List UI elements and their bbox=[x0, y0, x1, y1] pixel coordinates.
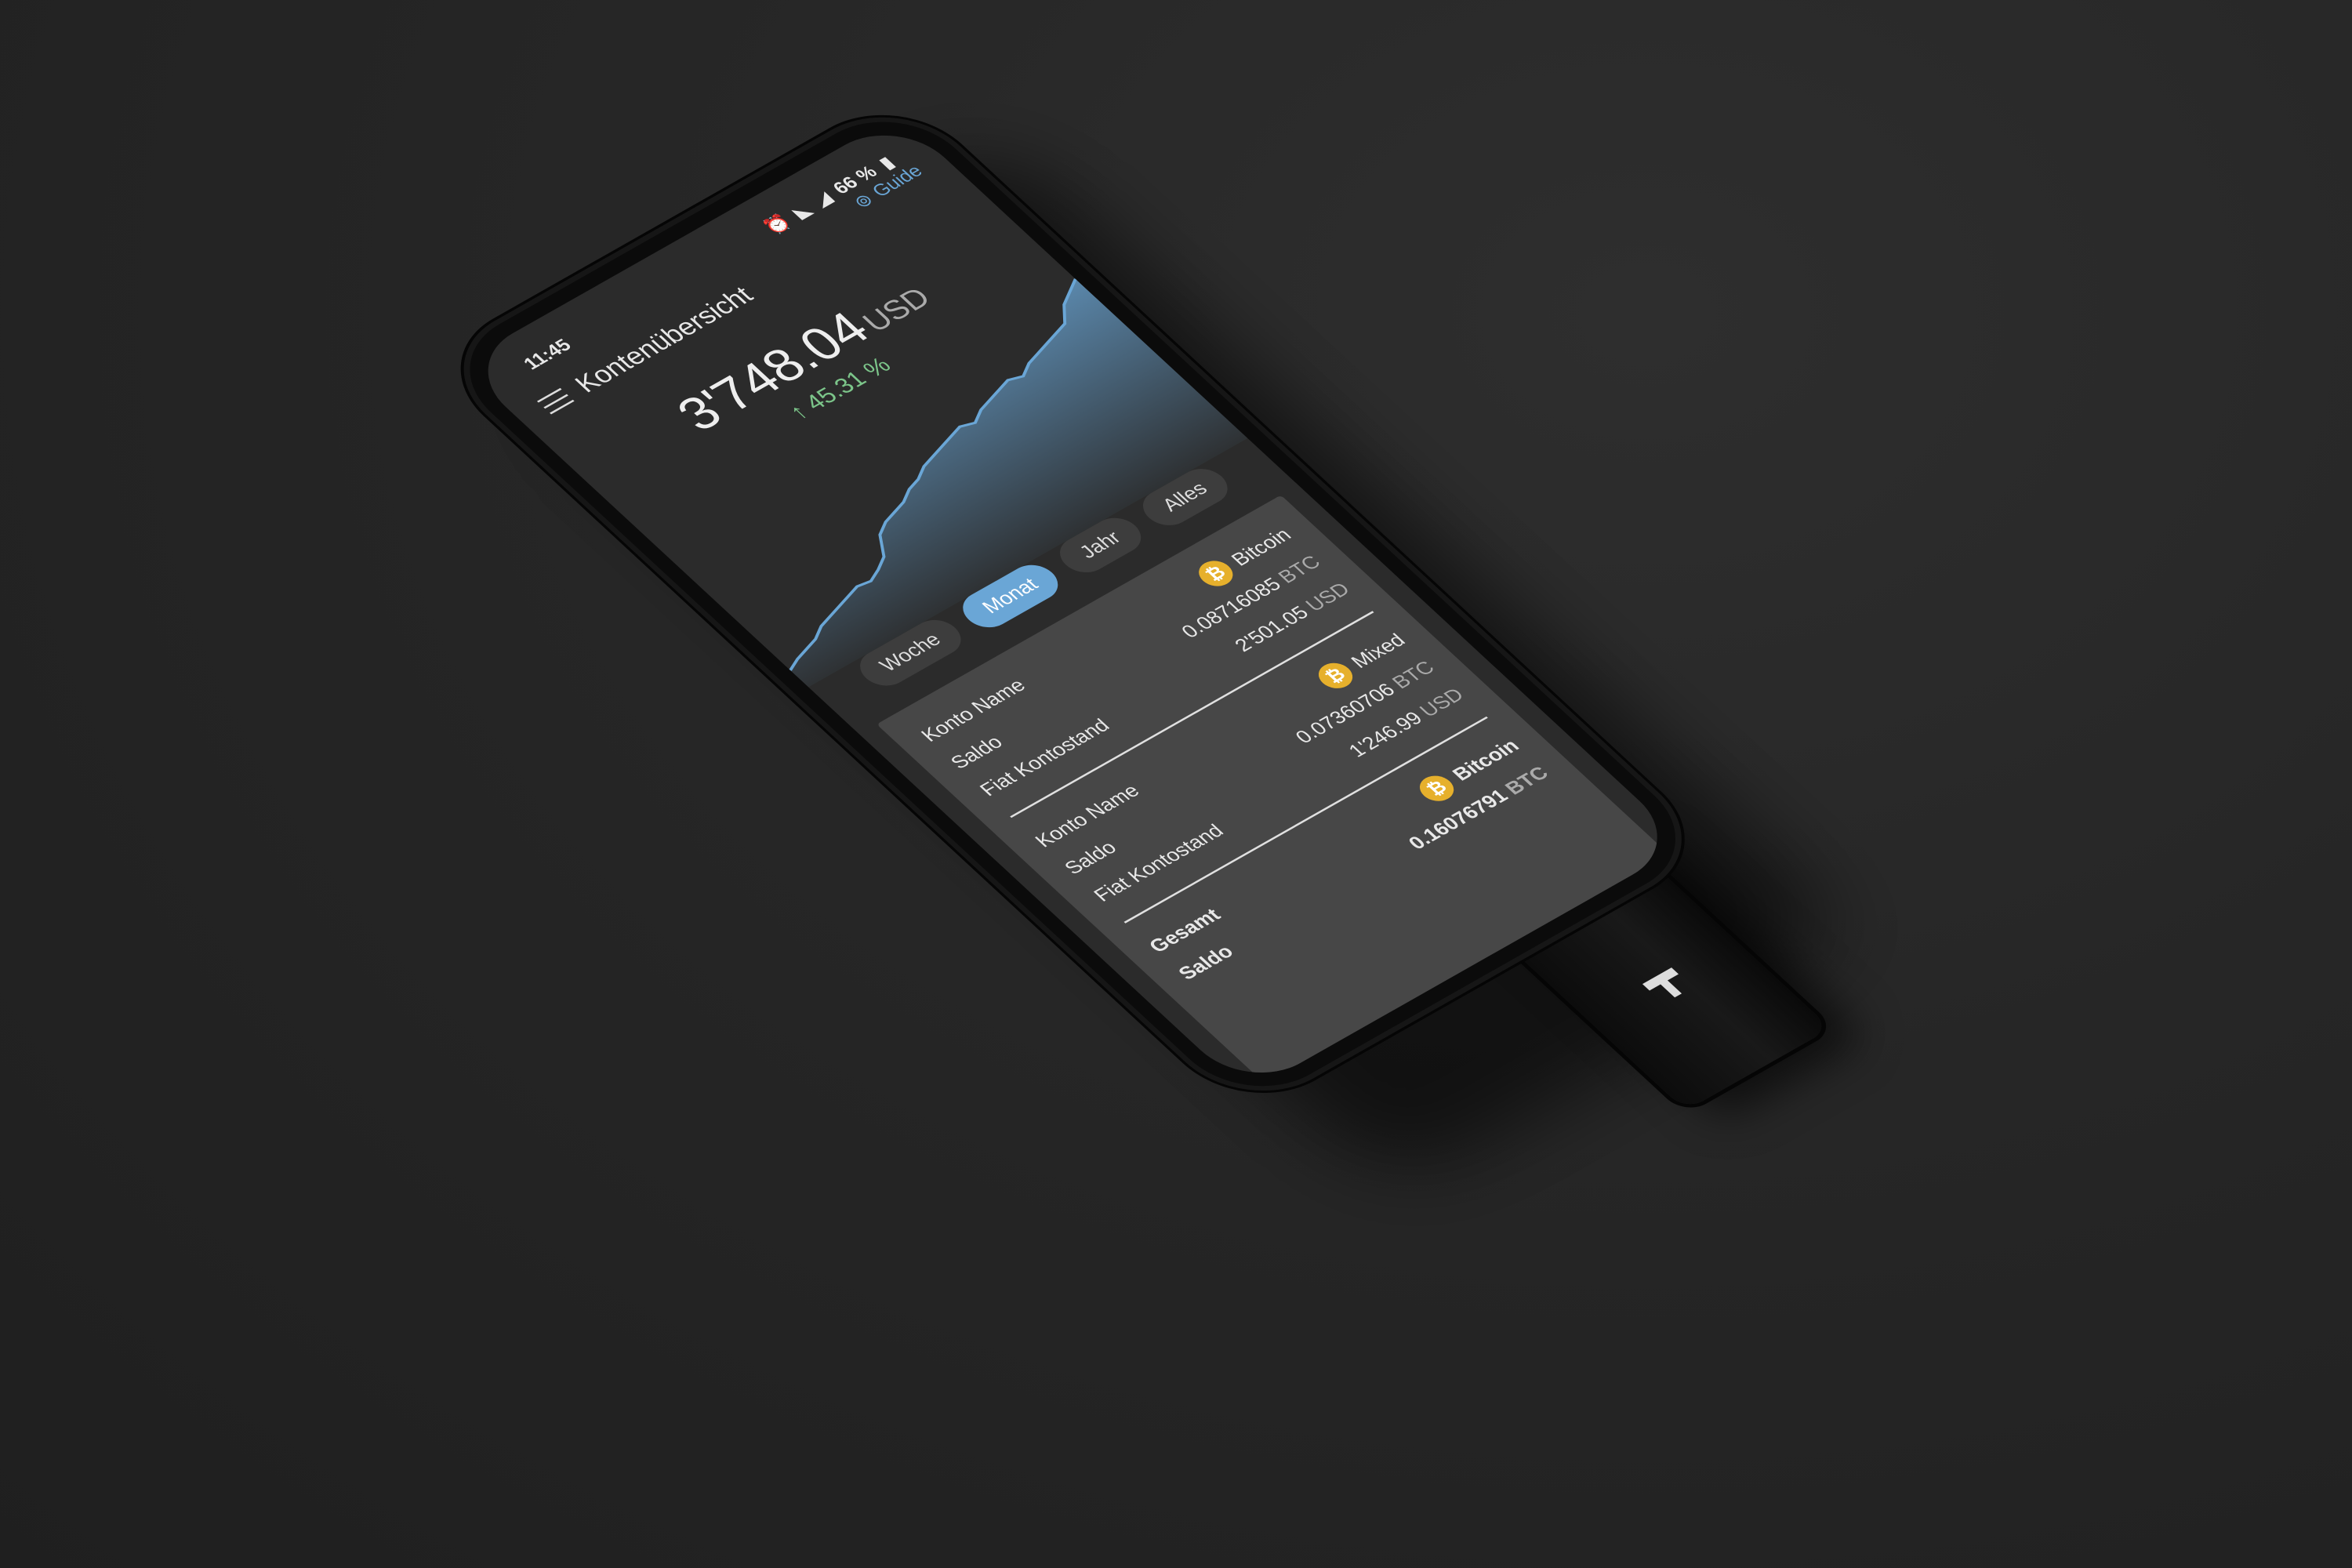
wifi-icon: ◣ bbox=[787, 199, 816, 222]
alarm-icon: ⏰ bbox=[759, 211, 795, 238]
signal-icon: ◢ bbox=[808, 187, 837, 210]
status-time: 11:45 bbox=[518, 335, 575, 373]
menu-icon[interactable] bbox=[536, 387, 575, 415]
phone-mockup: 11:45 ⏰ ◣ ◢ 66 % ▮ Kontenübersicht ⊚ Gui… bbox=[435, 97, 1857, 1195]
device-logo-icon bbox=[1642, 967, 1682, 998]
